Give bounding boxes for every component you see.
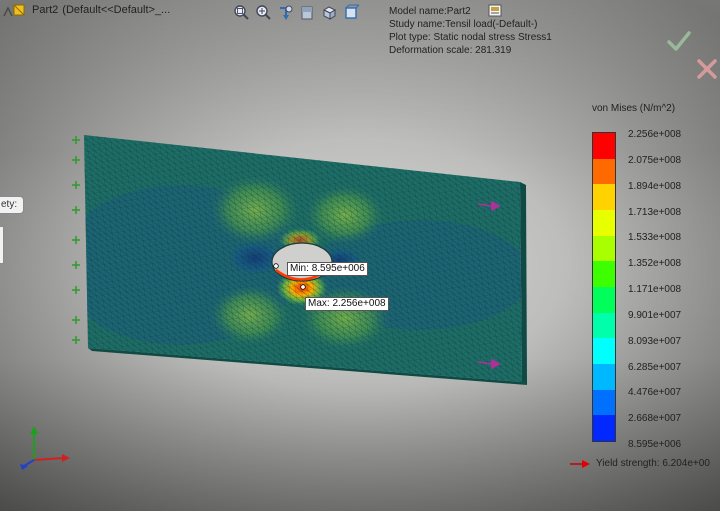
stress-legend-colorbar bbox=[592, 132, 616, 442]
legend-tick-label: 1.352e+008 bbox=[628, 258, 682, 270]
legend-tick-label: 2.256e+008 bbox=[628, 129, 682, 140]
legend-color-segment bbox=[593, 312, 615, 339]
yield-arrow-icon bbox=[570, 459, 590, 468]
legend-color-segment bbox=[593, 133, 615, 159]
yield-strength-label: Yield strength: 6.204e+00 bbox=[596, 458, 710, 469]
legend-color-segment bbox=[593, 210, 615, 236]
legend-tick-label: 1.713e+008 bbox=[628, 206, 682, 218]
legend-color-segment bbox=[593, 364, 615, 390]
max-stress-probe: Max: 2.256e+008 bbox=[305, 297, 389, 311]
legend-color-segment bbox=[593, 184, 615, 211]
min-probe-label: Min: bbox=[290, 263, 309, 274]
min-stress-probe: Min: 8.595e+006 bbox=[287, 262, 368, 276]
legend-tick-label: 8.595e+006 bbox=[628, 439, 682, 450]
max-probe-label: Max: bbox=[308, 298, 330, 309]
legend-tick-label: 1.533e+008 bbox=[628, 232, 682, 244]
legend-tick-label: 2.075e+008 bbox=[628, 154, 682, 166]
legend-color-segment bbox=[593, 389, 615, 416]
min-probe-pin bbox=[273, 263, 279, 269]
legend-tick-label: 1.171e+008 bbox=[628, 284, 682, 295]
legend-color-segment bbox=[593, 287, 615, 313]
legend-tick-label: 8.093e+007 bbox=[628, 335, 682, 347]
legend-tick-label: 4.476e+007 bbox=[628, 387, 682, 399]
coordinate-triad[interactable] bbox=[18, 424, 72, 470]
legend-title: von Mises (N/m^2) bbox=[592, 103, 676, 114]
yield-strength-indicator: Yield strength: 6.204e+00 bbox=[570, 458, 710, 469]
fixture-markers bbox=[72, 136, 80, 344]
max-probe-pin bbox=[300, 284, 306, 290]
min-probe-value: 8.595e+006 bbox=[311, 263, 365, 274]
max-probe-value: 2.256e+008 bbox=[332, 298, 386, 309]
legend-color-segment bbox=[593, 338, 615, 365]
legend-tick-label: 2.668e+007 bbox=[628, 413, 682, 425]
legend-tick-label: 9.901e+007 bbox=[628, 309, 682, 321]
legend-color-segment bbox=[593, 158, 615, 185]
legend-tick-label: 6.285e+007 bbox=[628, 361, 682, 373]
legend-color-segment bbox=[593, 261, 615, 288]
legend-tick-label: 1.894e+008 bbox=[628, 180, 682, 192]
legend-color-segment bbox=[593, 415, 615, 442]
legend-color-segment bbox=[593, 235, 615, 262]
